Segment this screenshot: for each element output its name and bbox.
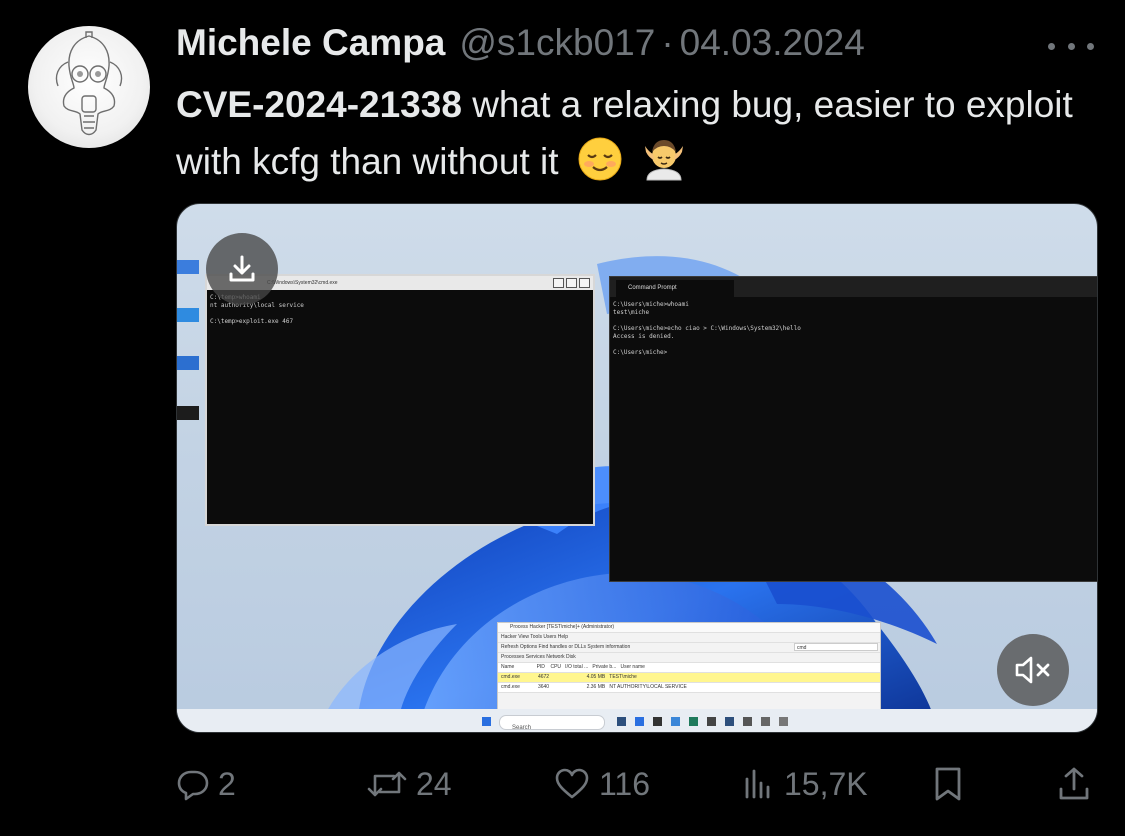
taskbar-app-icon[interactable] xyxy=(617,717,626,726)
taskbar-search-label: Search xyxy=(512,725,532,731)
windows-taskbar: Search xyxy=(177,709,1097,732)
taskbar-app-icon[interactable] xyxy=(653,717,662,726)
process-hacker-tabs[interactable]: Processes Services Network Disk xyxy=(498,653,880,663)
relieved-face-emoji xyxy=(578,137,622,181)
views-count: 15,7K xyxy=(784,765,868,802)
desktop-onedrive-icon[interactable] xyxy=(177,308,199,322)
reply-count: 2 xyxy=(218,765,236,802)
author-name[interactable]: Michele Campa xyxy=(176,22,445,64)
command-prompt-window[interactable]: Command Prompt C:\Users\miche>whoami tes… xyxy=(609,276,1097,582)
bookmark-button[interactable] xyxy=(932,762,964,806)
repost-button[interactable]: 24 xyxy=(366,762,452,806)
gas-mask-icon xyxy=(55,31,123,136)
download-icon xyxy=(229,255,255,282)
command-prompt-output: C:\Users\miche>whoami test\miche C:\User… xyxy=(613,301,801,356)
minimize-icon[interactable] xyxy=(553,278,564,288)
taskbar-app-icon[interactable] xyxy=(635,717,644,726)
tweet-date[interactable]: 04.03.2024 xyxy=(680,22,865,64)
close-icon[interactable] xyxy=(579,278,590,288)
tweet-text: CVE-2024-21338 what a relaxing bug, easi… xyxy=(176,76,1111,190)
repost-icon xyxy=(367,771,407,797)
process-hacker-title: Process Hacker [TEST\miche]+ (Administra… xyxy=(498,623,880,633)
process-hacker-toolbar: Refresh Options Find handles or DLLs Sys… xyxy=(498,643,880,653)
cmd-window-left-title: C:\Windows\System32\cmd.exe xyxy=(267,280,338,286)
reply-icon xyxy=(177,770,209,801)
taskbar-app-icon[interactable] xyxy=(743,717,752,726)
reply-button[interactable]: 2 xyxy=(176,762,236,806)
tweet-header: Michele Campa @s1ckb017 · 04.03.2024 xyxy=(176,22,865,68)
like-count: 116 xyxy=(599,765,651,802)
process-hacker-window[interactable]: Process Hacker [TEST\miche]+ (Administra… xyxy=(497,622,881,714)
desktop-recycle-bin-icon[interactable] xyxy=(177,260,199,274)
process-hacker-toolbar-items[interactable]: Refresh Options Find handles or DLLs Sys… xyxy=(501,644,630,650)
process-table-header: Name PID CPU I/O total ... Private b... … xyxy=(498,663,880,673)
share-icon xyxy=(1059,767,1089,800)
views-button[interactable]: 15,7K xyxy=(742,762,868,806)
taskbar-app-icon[interactable] xyxy=(761,717,770,726)
process-row[interactable]: cmd.exe 3640 2.36 MB NT AUTHORITY\LOCAL … xyxy=(498,683,880,693)
desktop-app-icon[interactable] xyxy=(177,356,199,370)
like-button[interactable]: 116 xyxy=(553,762,650,806)
views-chart-icon xyxy=(745,769,770,799)
start-button-icon[interactable] xyxy=(482,717,491,726)
tweet: Michele Campa @s1ckb017 · 04.03.2024 CVE… xyxy=(0,0,1125,836)
person-getting-massage-emoji xyxy=(645,140,684,181)
process-hacker-menu[interactable]: Hacker View Tools Users Help xyxy=(498,633,880,643)
separator-dot: · xyxy=(661,22,674,63)
mute-button[interactable] xyxy=(997,634,1069,706)
repost-count: 24 xyxy=(416,765,452,802)
download-button[interactable] xyxy=(206,233,278,305)
more-dot-icon xyxy=(1048,42,1055,50)
taskbar-app-icon[interactable] xyxy=(779,717,788,726)
terminal-tab[interactable]: Command Prompt xyxy=(616,280,734,297)
terminal-tab-bar: Command Prompt xyxy=(610,277,1097,297)
bookmark-icon xyxy=(935,767,961,801)
more-dot-icon xyxy=(1067,42,1075,50)
more-options-button[interactable] xyxy=(1048,34,1094,58)
maximize-icon[interactable] xyxy=(566,278,577,288)
tweet-actions: 2 24 116 15,7K xyxy=(0,752,1125,816)
process-row[interactable]: cmd.exe 4672 4.05 MB TEST\miche xyxy=(498,673,880,683)
muted-speaker-icon xyxy=(1015,656,1050,684)
desktop-terminal-icon[interactable] xyxy=(177,406,199,420)
share-button[interactable] xyxy=(1057,762,1091,806)
cve-id: CVE-2024-21338 xyxy=(176,84,462,125)
taskbar-app-icon[interactable] xyxy=(671,717,680,726)
more-dot-icon xyxy=(1087,42,1094,50)
taskbar-app-icon[interactable] xyxy=(707,717,716,726)
author-handle[interactable]: @s1ckb017 xyxy=(459,22,655,64)
cmd-window-left[interactable]: C:\Windows\System32\cmd.exe C:\temp>whoa… xyxy=(205,274,595,526)
process-filter-input[interactable]: cmd xyxy=(794,643,878,651)
taskbar-app-icon[interactable] xyxy=(689,717,698,726)
video-player[interactable]: C:\Windows\System32\cmd.exe C:\temp>whoa… xyxy=(176,203,1098,733)
heart-icon xyxy=(555,768,589,799)
taskbar-search[interactable]: Search xyxy=(499,715,605,731)
taskbar-app-icon[interactable] xyxy=(725,717,734,726)
avatar[interactable] xyxy=(28,26,150,148)
